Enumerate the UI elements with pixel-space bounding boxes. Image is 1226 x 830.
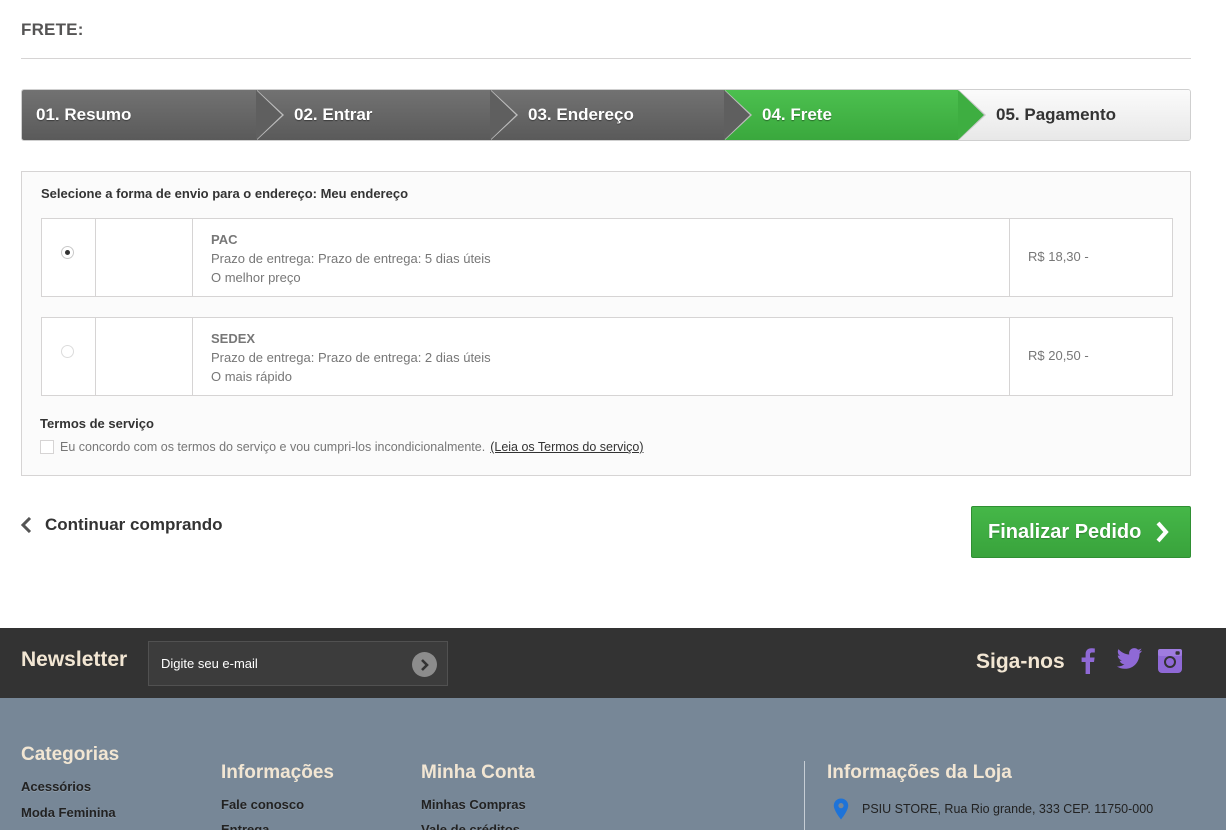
finish-order-label: Finalizar Pedido [988, 520, 1142, 543]
finish-order-button[interactable]: Finalizar Pedido [971, 506, 1191, 558]
checkout-page: FRETE: 01. Resumo 02. Entrar 03. Endereç… [0, 0, 1226, 830]
chevron-left-icon [21, 517, 32, 533]
newsletter-bar: Newsletter Digite seu e-mail Siga-nos [0, 628, 1226, 698]
carrier-price: R$ 20,50 - [1028, 348, 1089, 363]
footer-divider [804, 761, 805, 830]
page-title: FRETE: [21, 20, 1191, 59]
carrier-logo [96, 219, 193, 296]
carrier-radio-cell[interactable] [42, 318, 96, 395]
footer-link[interactable]: Entrega [221, 822, 269, 830]
checkout-steps: 01. Resumo 02. Entrar 03. Endereço 04. F… [21, 89, 1191, 141]
footer-categories-title: Categorias [21, 744, 120, 765]
carrier-name: SEDEX [211, 331, 256, 346]
footer-link[interactable]: Acessórios [21, 779, 91, 794]
step-address[interactable]: 03. Endereço [490, 90, 752, 140]
instagram-icon[interactable] [1157, 648, 1183, 674]
step-summary[interactable]: 01. Resumo [22, 90, 284, 140]
carrier-option-sedex[interactable]: SEDEX Prazo de entrega: Prazo de entrega… [41, 317, 1173, 396]
facebook-icon[interactable] [1080, 648, 1096, 674]
step-login[interactable]: 02. Entrar [256, 90, 518, 140]
terms-text: Eu concordo com os termos do serviço e v… [60, 440, 486, 454]
step-label: 01. Resumo [36, 105, 132, 124]
twitter-icon[interactable] [1117, 648, 1143, 670]
carrier-radio-cell[interactable] [42, 219, 96, 296]
newsletter-submit-button[interactable] [412, 652, 437, 677]
continue-shopping-link[interactable]: Continuar comprando [21, 515, 223, 535]
shipping-title: Selecione a forma de envio para o endere… [41, 186, 409, 201]
carrier-logo [96, 318, 193, 395]
footer: Categorias Acessórios Moda Feminina Info… [0, 698, 1226, 830]
terms-link[interactable]: (Leia os Termos do serviço) [490, 440, 643, 454]
newsletter-email-input[interactable]: Digite seu e-mail [148, 641, 448, 686]
follow-us-title: Siga-nos [976, 650, 1065, 673]
carrier-delay: Prazo de entrega: Prazo de entrega: 2 di… [211, 350, 491, 365]
store-address-text: PSIU STORE, Rua Rio grande, 333 CEP. 117… [862, 802, 1154, 816]
continue-shopping-label: Continuar comprando [45, 515, 223, 534]
terms-title: Termos de serviço [40, 416, 154, 431]
carrier-radio-checked[interactable] [61, 246, 74, 259]
carrier-radio-unchecked[interactable] [61, 345, 74, 358]
arrow-right-icon [420, 658, 429, 671]
carrier-info: SEDEX Prazo de entrega: Prazo de entrega… [193, 318, 1010, 395]
step-label: 03. Endereço [528, 105, 634, 124]
footer-account-title: Minha Conta [421, 762, 535, 783]
step-payment: 05. Pagamento [958, 90, 1190, 140]
step-label: 04. Frete [762, 105, 832, 124]
terms-checkbox[interactable] [40, 440, 54, 454]
carrier-info: PAC Prazo de entrega: Prazo de entrega: … [193, 219, 1010, 296]
chevron-right-icon [1156, 521, 1170, 543]
carrier-option-pac[interactable]: PAC Prazo de entrega: Prazo de entrega: … [41, 218, 1173, 297]
footer-link[interactable]: Vale de créditos [421, 822, 520, 830]
step-label: 05. Pagamento [996, 105, 1116, 124]
newsletter-title: Newsletter [21, 648, 128, 671]
footer-link[interactable]: Fale conosco [221, 797, 304, 812]
store-address: PSIU STORE, Rua Rio grande, 333 CEP. 117… [833, 798, 1153, 820]
carrier-name: PAC [211, 232, 238, 247]
footer-store-title: Informações da Loja [827, 762, 1012, 783]
terms-row: Eu concordo com os termos do serviço e v… [40, 440, 644, 454]
newsletter-placeholder: Digite seu e-mail [161, 656, 258, 671]
footer-info-title: Informações [221, 762, 334, 783]
carrier-note: O melhor preço [211, 270, 301, 285]
step-shipping[interactable]: 04. Frete [724, 90, 986, 140]
carrier-note: O mais rápido [211, 369, 292, 384]
carrier-price: R$ 18,30 - [1028, 249, 1089, 264]
carrier-delay: Prazo de entrega: Prazo de entrega: 5 di… [211, 251, 491, 266]
shipping-options-box: Selecione a forma de envio para o endere… [21, 171, 1191, 476]
footer-link[interactable]: Minhas Compras [421, 797, 526, 812]
footer-link[interactable]: Moda Feminina [21, 805, 116, 820]
location-pin-icon [833, 798, 849, 820]
step-label: 02. Entrar [294, 105, 373, 124]
